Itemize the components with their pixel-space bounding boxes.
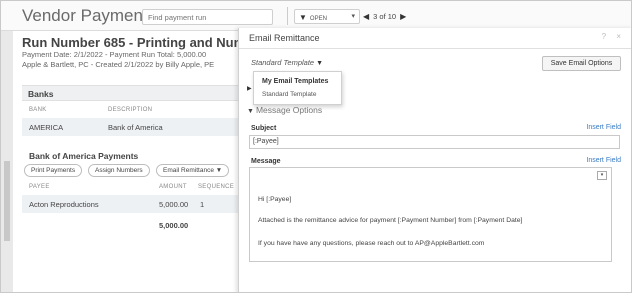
subject-input[interactable]: [:Payee] [249,135,620,149]
banks-section-header: Banks [22,85,249,101]
message-line: Attached is the remittance advice for pa… [258,217,523,224]
help-close-icon[interactable]: ? × [602,32,625,41]
status-filter-select[interactable]: ▼ OPEN ▾ [294,9,360,24]
expand-arrow-icon[interactable]: ▶ [247,85,252,92]
app-title: Vendor Payments [22,6,157,25]
search-input[interactable] [142,9,273,25]
dialog-title: Email Remittance [249,33,320,43]
assign-numbers-button[interactable]: Assign Numbers [88,164,150,177]
bank-description: Bank of America [108,123,163,132]
toolbar-divider [287,7,288,25]
caret-down-icon: ▼ [316,60,324,67]
filter-label: OPEN [309,16,327,22]
message-options-label: Message Options [255,105,323,115]
col-description: DESCRIPTION [108,107,153,113]
template-select-value: Standard Template [251,58,315,67]
email-remittance-dialog: Email Remittance ? × Standard Template ▼ … [238,28,631,292]
top-bar: Vendor Payments ▼OPEN ▾ ◀ 3 of 10 ▶ [1,1,631,31]
payment-run-panel: Run Number 685 - Printing and Numbering … [13,31,285,292]
message-line: If you have have any questions, please r… [258,240,485,247]
message-label: Message [251,158,281,165]
prev-arrow-icon[interactable]: ◀ [363,12,369,21]
message-options-toggle[interactable]: ▼ Message Options [247,105,322,115]
payments-total: 5,000.00 [159,221,189,230]
message-line: Hi [:Payee] [258,196,292,203]
col-payee: PAYEE [29,184,50,190]
app-frame: Vendor Payments ▼OPEN ▾ ◀ 3 of 10 ▶ Run … [0,0,632,293]
run-summary: Payment Date: 2/1/2022 - Payment Run Tot… [22,50,207,59]
subject-insert-field-link[interactable]: Insert Field [586,124,621,131]
col-amount: AMOUNT [159,184,187,190]
payment-sequence: 1 [200,200,205,209]
email-remittance-label: Email Remittance [163,167,214,174]
dropdown-heading: My Email Templates [262,78,329,85]
template-dropdown-menu: My Email Templates Standard Template [253,71,342,105]
message-editor[interactable]: ▾ Hi [:Payee] Attached is the remittance… [249,167,612,262]
email-remittance-button[interactable]: Email Remittance ▼ [156,164,230,177]
bank-code: AMERICA [29,123,64,132]
funnel-icon: ▼ [299,13,307,22]
dialog-divider [239,48,631,49]
run-created-by: Apple & Bartlett, PC - Created 2/1/2022 … [22,60,215,69]
message-insert-field-link[interactable]: Insert Field [586,157,621,164]
payment-amount: 5,000.00 [159,200,189,209]
template-select[interactable]: Standard Template ▼ [251,58,323,67]
collapse-triangle-icon: ▼ [247,108,254,115]
print-payments-button[interactable]: Print Payments [24,164,83,177]
chevron-down-icon: ▾ [351,13,355,20]
col-sequence: SEQUENCE [198,184,235,190]
payee-name: Acton Reproductions [29,200,99,209]
save-email-options-button[interactable]: Save Email Options [542,56,621,71]
payments-section-header: Bank of America Payments [22,148,249,164]
editor-toolbar-icon[interactable]: ▾ [597,171,607,180]
next-arrow-icon[interactable]: ▶ [400,12,406,21]
dropdown-item-standard-template[interactable]: Standard Template [262,91,316,98]
pager: ◀ 3 of 10 ▶ [363,9,406,24]
col-bank: BANK [29,107,47,113]
subject-label: Subject [251,125,277,132]
caret-down-icon: ▼ [215,167,223,174]
pager-text: 3 of 10 [373,12,397,21]
gutter-scroll-indicator [4,161,10,241]
